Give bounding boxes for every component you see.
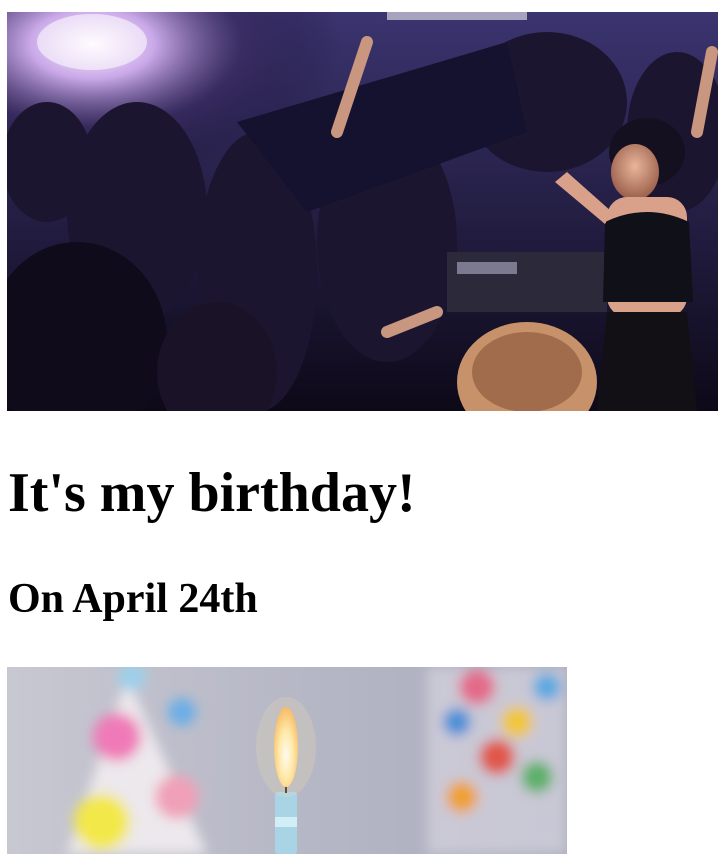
birthday-candle-illustration [7, 667, 567, 854]
page-subtitle: On April 24th [8, 576, 258, 622]
birthday-candle-image [7, 667, 567, 854]
party-crowd-illustration [7, 12, 718, 411]
party-crowd-image [7, 12, 718, 411]
page-title: It's my birthday! [8, 462, 416, 524]
